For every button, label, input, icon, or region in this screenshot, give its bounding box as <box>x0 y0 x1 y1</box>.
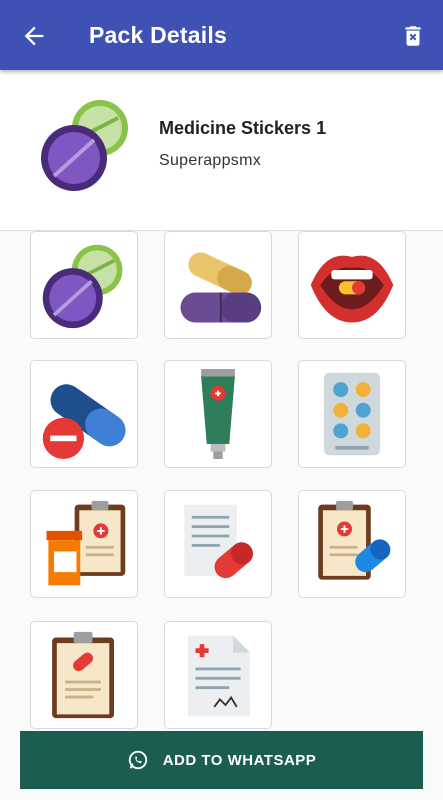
clipboard-capsule-icon <box>318 500 391 580</box>
pack-name: Medicine Stickers 1 <box>159 118 327 138</box>
sticker-item[interactable] <box>164 231 272 339</box>
sticker-item[interactable] <box>298 490 406 598</box>
capsule-pills-icon <box>180 252 262 323</box>
sticker-item[interactable] <box>298 231 406 339</box>
whatsapp-icon <box>128 750 147 770</box>
sticker-item[interactable] <box>164 360 272 468</box>
sticker-grid <box>0 231 443 800</box>
app-bar: Pack Details <box>0 0 443 70</box>
prescription-capsule-icon <box>184 504 253 579</box>
prescription-document-icon <box>188 635 250 717</box>
sticker-item[interactable] <box>30 490 138 598</box>
pack-publisher: Superappsmx <box>159 152 262 169</box>
clipboard-pill-icon <box>52 631 114 719</box>
sticker-item[interactable] <box>30 621 138 729</box>
sticker-item[interactable] <box>164 621 272 729</box>
sticker-item[interactable] <box>164 490 272 598</box>
mouth-pill-icon <box>310 255 394 323</box>
sticker-item[interactable] <box>30 231 138 339</box>
sticker-item[interactable] <box>30 360 138 468</box>
pack-header: Medicine Stickers 1 Superappsmx <box>0 70 443 231</box>
sticker-item[interactable] <box>298 360 406 468</box>
round-pills-icon <box>42 244 123 329</box>
capsule-tablet-icon <box>42 384 126 459</box>
blister-pack-icon <box>323 372 381 456</box>
page-title: Pack Details <box>89 22 227 48</box>
ointment-tube-icon <box>201 369 235 459</box>
add-to-whatsapp-button[interactable]: ADD TO WHATSAPP <box>20 731 423 789</box>
add-button-label: ADD TO WHATSAPP <box>162 751 317 769</box>
pills-tray-icon <box>41 100 128 191</box>
clipboard-bottle-icon <box>46 500 126 586</box>
delete-icon[interactable] <box>400 22 426 50</box>
arrow-back-icon[interactable] <box>20 22 48 50</box>
